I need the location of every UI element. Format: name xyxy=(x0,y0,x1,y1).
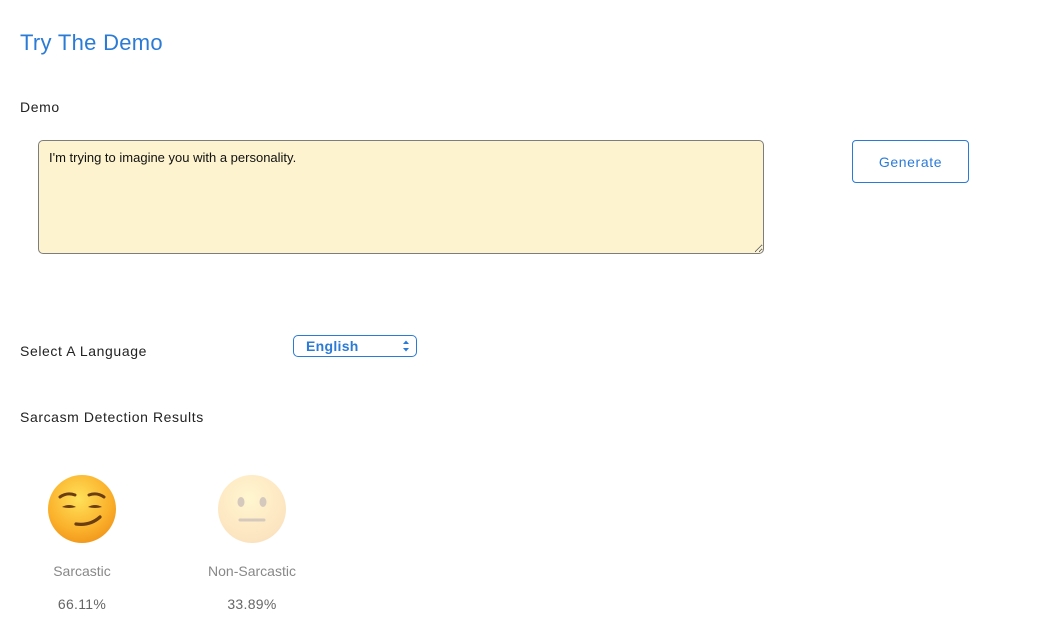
result-sarcastic-value: 66.11% xyxy=(57,596,107,612)
result-sarcastic-label: Sarcastic xyxy=(53,563,111,579)
language-select-value: English xyxy=(306,338,359,354)
result-non-sarcastic-value: 33.89% xyxy=(227,596,277,612)
results-heading: Sarcasm Detection Results xyxy=(20,409,204,425)
smirking-face-icon xyxy=(48,475,116,543)
language-select[interactable]: English xyxy=(293,335,417,357)
result-non-sarcastic: Non-Sarcastic 33.89% xyxy=(192,473,312,612)
demo-label: Demo xyxy=(20,99,60,115)
page-title: Try The Demo xyxy=(20,30,163,55)
language-label: Select A Language xyxy=(20,343,147,359)
result-sarcastic: Sarcastic 66.11% xyxy=(22,473,142,612)
neutral-face-icon xyxy=(218,475,286,543)
generate-button[interactable]: Generate xyxy=(852,140,969,183)
result-non-sarcastic-label: Non-Sarcastic xyxy=(208,563,296,579)
demo-text-input[interactable]: I'm trying to imagine you with a persona… xyxy=(38,140,764,254)
select-arrows-icon xyxy=(403,340,409,352)
